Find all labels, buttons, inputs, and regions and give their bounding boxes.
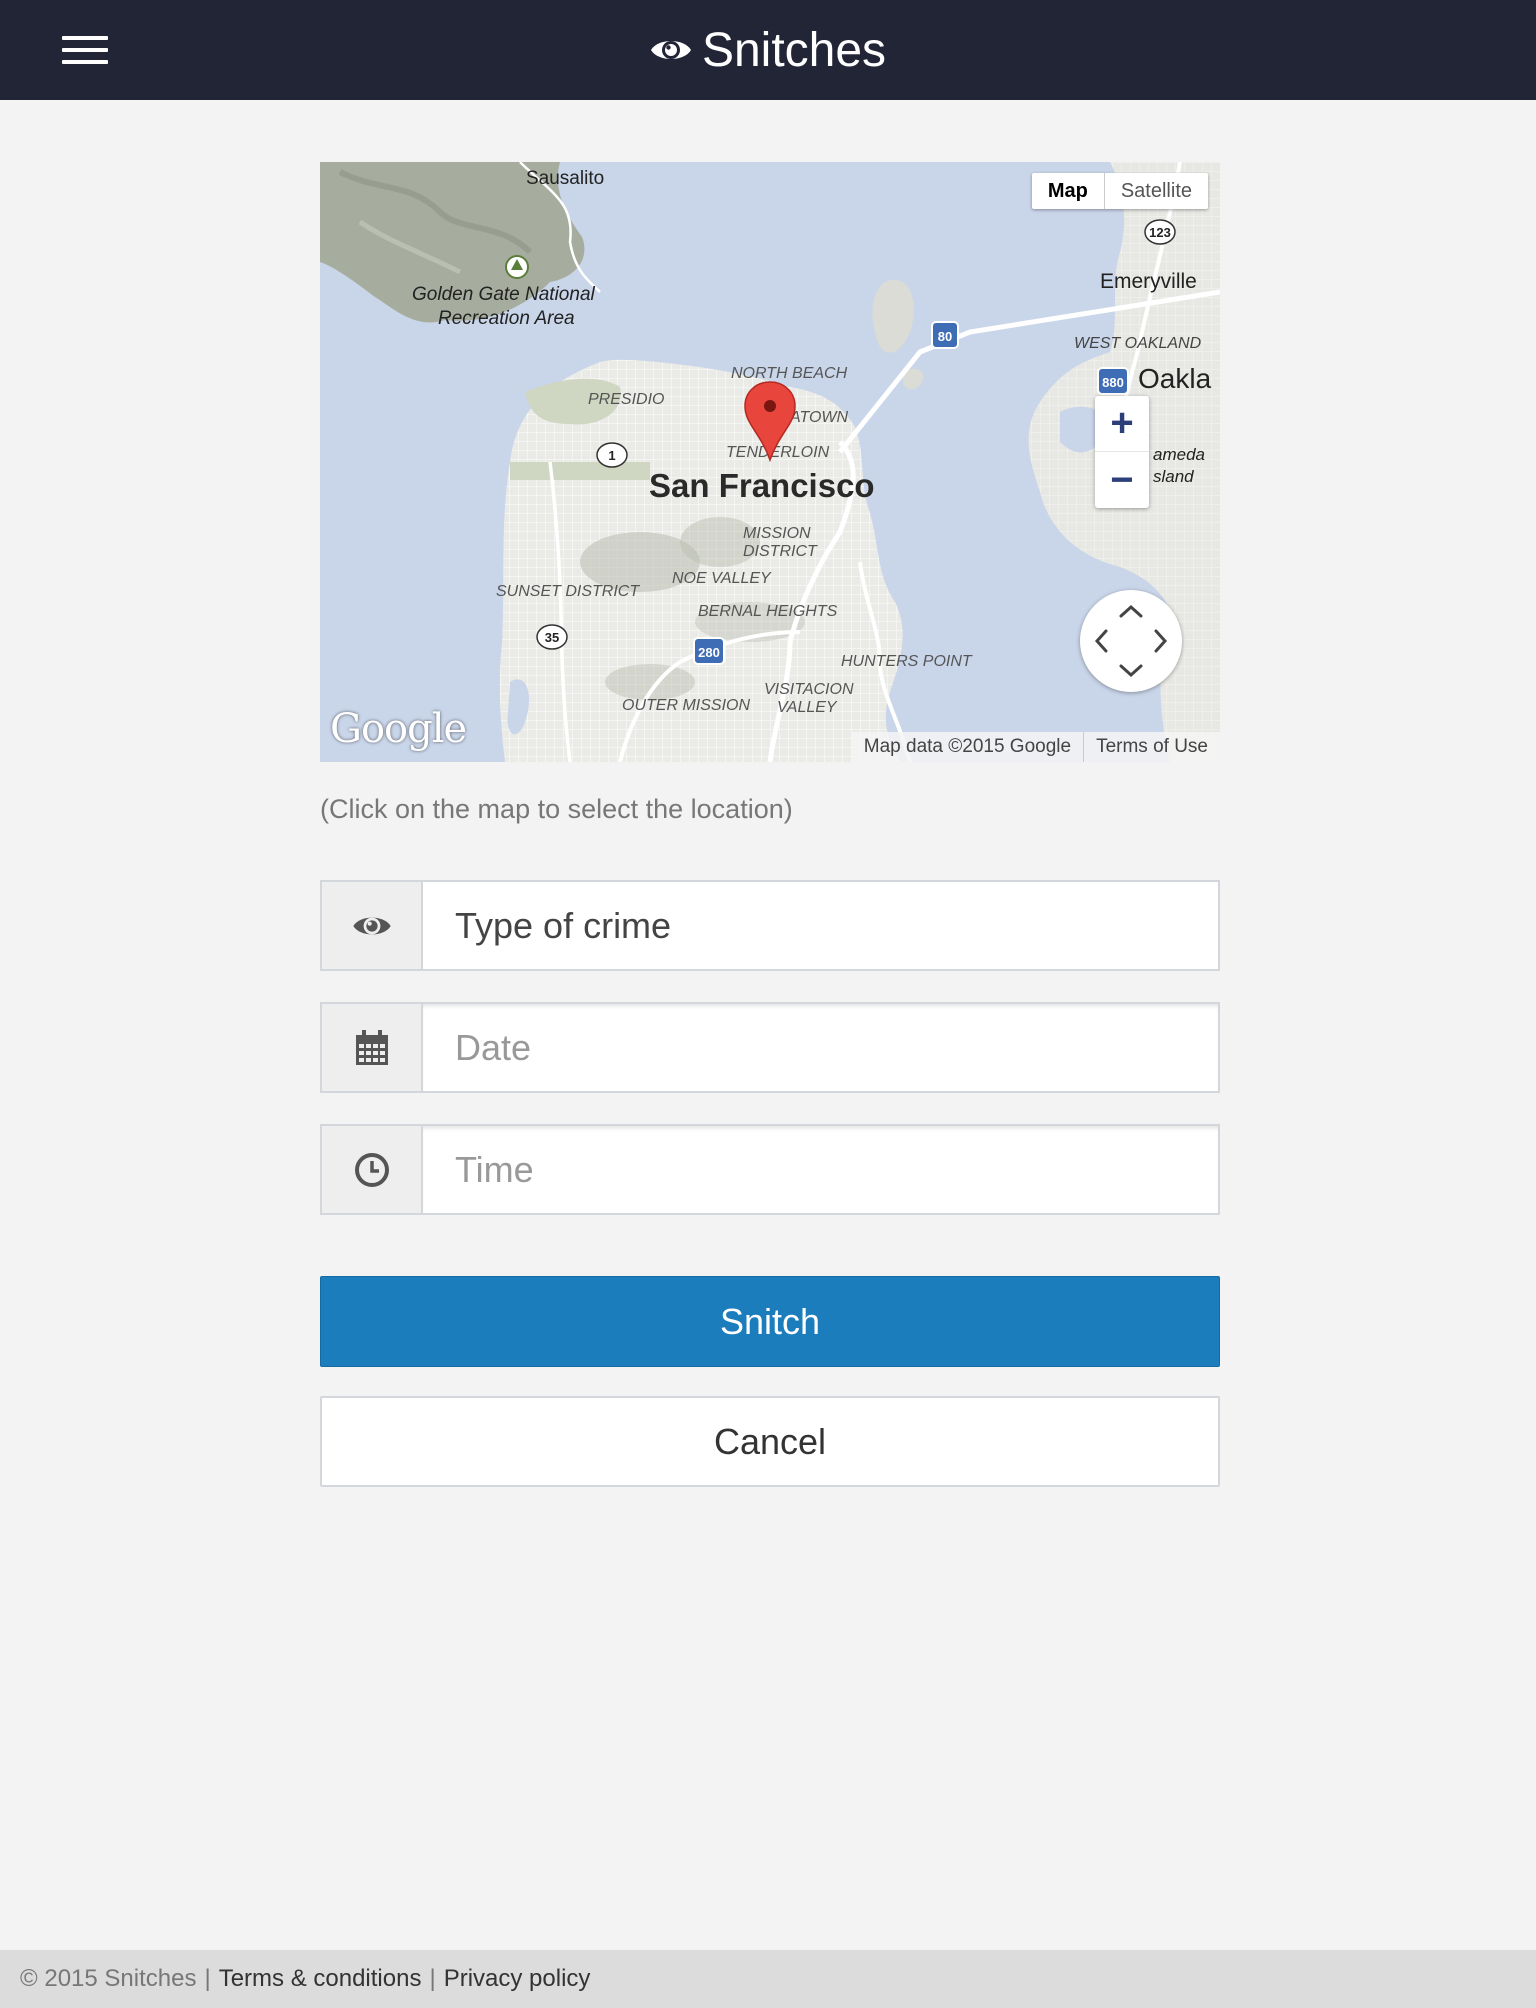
label-visitacion-line2: VALLEY: [777, 699, 838, 716]
zoom-control: + −: [1095, 396, 1149, 508]
cancel-button[interactable]: Cancel: [320, 1396, 1220, 1487]
copyright: © 2015 Snitches: [20, 1965, 197, 1992]
brand-title[interactable]: Snitches: [702, 23, 886, 78]
navbar: Snitches: [0, 0, 1536, 100]
date-input[interactable]: [423, 1004, 1218, 1091]
time-group: [320, 1124, 1220, 1215]
label-alameda-line1: ameda: [1153, 445, 1205, 464]
zoom-out-button[interactable]: −: [1095, 452, 1149, 508]
time-input[interactable]: [423, 1126, 1218, 1213]
label-north-beach: NORTH BEACH: [731, 365, 848, 382]
label-tenderloin: TENDERLOIN: [726, 444, 830, 461]
label-oakland: Oakla: [1138, 363, 1212, 394]
label-hunters-point: HUNTERS POINT: [841, 653, 973, 670]
google-logo: Google: [330, 706, 467, 752]
label-emeryville: Emeryville: [1100, 270, 1197, 293]
snitch-button[interactable]: Snitch: [320, 1276, 1220, 1367]
pan-control[interactable]: [1080, 590, 1182, 692]
shield-35: 35: [545, 630, 559, 645]
label-sausalito: Sausalito: [526, 168, 604, 189]
terms-link[interactable]: Terms & conditions: [219, 1965, 422, 1993]
zoom-in-button[interactable]: +: [1095, 396, 1149, 452]
page-footer: © 2015 Snitches | Terms & conditions | P…: [0, 1950, 1536, 2008]
privacy-link[interactable]: Privacy policy: [444, 1965, 591, 1993]
label-sunset: SUNSET DISTRICT: [496, 583, 640, 600]
shield-880: 880: [1102, 375, 1124, 390]
satellite-view-button[interactable]: Satellite: [1105, 173, 1208, 209]
date-addon: [322, 1004, 423, 1091]
footer-separator: |: [429, 1965, 436, 1992]
crime-type-input[interactable]: [423, 882, 1218, 969]
map-type-control: Map Satellite: [1031, 173, 1208, 209]
clock-icon: [354, 1152, 389, 1187]
label-presidio: PRESIDIO: [588, 391, 664, 408]
label-ggnra-line1: Golden Gate National: [412, 284, 596, 305]
label-chinatown: ATOWN: [789, 409, 849, 426]
label-west-oakland: WEST OAKLAND: [1074, 335, 1202, 352]
label-san-francisco: San Francisco: [649, 467, 875, 504]
hamburger-menu-icon[interactable]: [62, 34, 108, 66]
brand: Snitches: [0, 0, 1536, 100]
map-attribution-bar: Map data ©2015 Google Terms of Use: [851, 732, 1220, 762]
map-hint: (Click on the map to select the location…: [320, 794, 793, 824]
location-map[interactable]: Sausalito Golden Gate National Recreatio…: [320, 162, 1220, 762]
label-visitacion-line1: VISITACION: [764, 681, 854, 698]
label-mission-line1: MISSION: [743, 525, 811, 542]
shield-280: 280: [698, 645, 720, 660]
label-mission-line2: DISTRICT: [743, 543, 818, 560]
label-noe-valley: NOE VALLEY: [672, 570, 772, 587]
eye-icon: [352, 917, 391, 934]
shield-123: 123: [1149, 225, 1171, 240]
map-terms-link[interactable]: Terms of Use: [1083, 732, 1220, 762]
label-outer-mission: OUTER MISSION: [622, 697, 750, 714]
calendar-icon: [355, 1029, 388, 1065]
shield-1: 1: [608, 448, 615, 463]
eye-icon: [650, 41, 691, 59]
map-view-button[interactable]: Map: [1032, 173, 1105, 209]
footer-separator: |: [204, 1965, 211, 1992]
map-attribution: Map data ©2015 Google: [863, 736, 1072, 757]
label-bernal: BERNAL HEIGHTS: [698, 603, 838, 620]
date-group: [320, 1002, 1220, 1093]
crime-type-addon: [322, 882, 423, 969]
time-addon: [322, 1126, 423, 1213]
crime-type-group: [320, 880, 1220, 971]
label-alameda-line2: sland: [1153, 467, 1194, 486]
label-ggnra-line2: Recreation Area: [438, 308, 575, 329]
shield-80: 80: [938, 329, 952, 344]
pan-arrows-icon: [1094, 604, 1168, 678]
